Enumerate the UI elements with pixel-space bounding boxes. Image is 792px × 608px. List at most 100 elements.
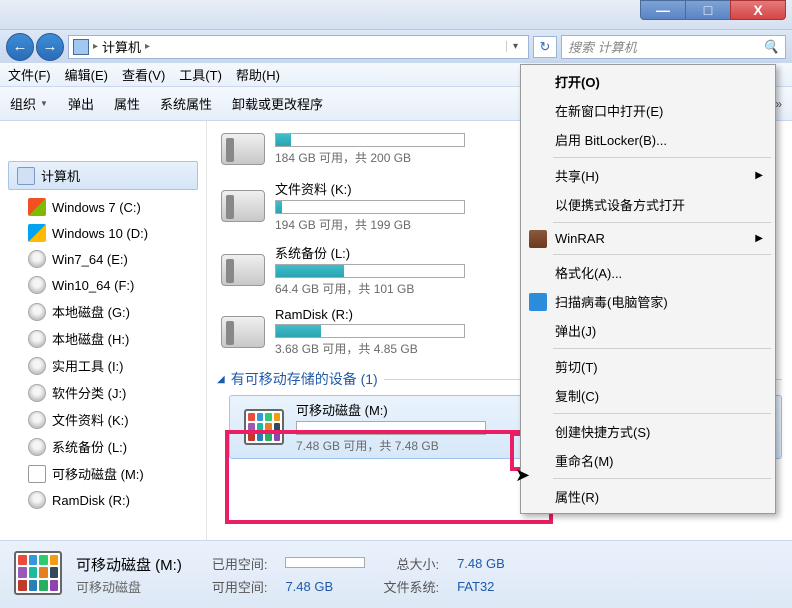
computer-icon xyxy=(73,39,89,55)
status-free-value: 7.48 GB xyxy=(285,579,365,594)
sidebar-item-label: 本地磁盘 (G:) xyxy=(52,302,130,321)
ctx-open-new-window[interactable]: 在新窗口中打开(E) xyxy=(523,96,773,125)
hdd-icon xyxy=(221,254,265,286)
usage-bar xyxy=(275,324,465,338)
search-input[interactable]: 搜索 计算机 🔍 xyxy=(561,35,786,59)
ctx-eject[interactable]: 弹出(J) xyxy=(523,316,773,345)
menu-edit[interactable]: 编辑(E) xyxy=(65,65,108,84)
sidebar-item-drive[interactable]: 实用工具 (I:) xyxy=(0,352,206,379)
status-total-label: 总大小: xyxy=(383,554,439,573)
removable-disk-icon xyxy=(28,465,46,483)
removable-disk-icon xyxy=(14,551,62,595)
refresh-button[interactable]: ↻ xyxy=(533,36,557,58)
menu-help[interactable]: 帮助(H) xyxy=(236,65,280,84)
hdd-icon xyxy=(221,190,265,222)
sidebar-item-drive[interactable]: 可移动磁盘 (M:) xyxy=(0,460,206,487)
shield-icon xyxy=(529,293,547,311)
title-bar: — □ X xyxy=(0,0,792,29)
breadcrumb-sep-icon: ▸ xyxy=(93,41,98,52)
disk-icon xyxy=(28,330,46,348)
sidebar-item-drive[interactable]: 本地磁盘 (H:) xyxy=(0,325,206,352)
address-dropdown[interactable]: ▾ xyxy=(506,41,524,52)
search-placeholder: 搜索 计算机 xyxy=(568,37,637,56)
menu-tools[interactable]: 工具(T) xyxy=(179,65,222,84)
status-bar: 可移动磁盘 (M:) 可移动磁盘 已用空间: 总大小: 7.48 GB 可用空间… xyxy=(0,540,792,608)
toolbar-eject[interactable]: 弹出 xyxy=(68,94,94,113)
disk-icon xyxy=(28,384,46,402)
context-menu: 打开(O) 在新窗口中打开(E) 启用 BitLocker(B)... 共享(H… xyxy=(520,64,776,514)
sidebar-item-drive[interactable]: Win10_64 (F:) xyxy=(0,272,206,298)
disk-icon xyxy=(28,303,46,321)
status-free-label: 可用空间: xyxy=(212,577,268,596)
removable-disk-icon xyxy=(244,409,284,445)
sidebar-item-drive[interactable]: Win7_64 (E:) xyxy=(0,246,206,272)
menu-view[interactable]: 查看(V) xyxy=(122,65,165,84)
usage-bar xyxy=(296,421,486,435)
back-button[interactable]: ← xyxy=(6,33,34,61)
sidebar-item-label: 本地磁盘 (H:) xyxy=(52,329,129,348)
search-icon: 🔍 xyxy=(763,39,779,55)
status-fs-label: 文件系统: xyxy=(383,577,439,596)
ctx-rename[interactable]: 重命名(M) xyxy=(523,446,773,475)
sidebar-item-label: 实用工具 (I:) xyxy=(52,356,124,375)
hdd-icon xyxy=(221,133,265,165)
sidebar-item-drive[interactable]: 文件资料 (K:) xyxy=(0,406,206,433)
sidebar-item-drive[interactable]: 本地磁盘 (G:) xyxy=(0,298,206,325)
breadcrumb[interactable]: 计算机 xyxy=(102,37,141,56)
navigation-bar: ← → ▸ 计算机 ▸ ▾ ↻ 搜索 计算机 🔍 xyxy=(0,29,792,63)
close-button[interactable]: X xyxy=(730,0,786,20)
sidebar-item-drive[interactable]: 系统备份 (L:) xyxy=(0,433,206,460)
sidebar-root-label: 计算机 xyxy=(41,166,80,185)
sidebar-item-drive[interactable]: 软件分类 (J:) xyxy=(0,379,206,406)
ctx-copy[interactable]: 复制(C) xyxy=(523,381,773,410)
windows-icon xyxy=(28,224,46,242)
status-total-value: 7.48 GB xyxy=(457,556,505,571)
sidebar-item-label: Windows 7 (C:) xyxy=(52,200,141,215)
sidebar-item-label: Win10_64 (F:) xyxy=(52,278,134,293)
disk-icon xyxy=(28,276,46,294)
ctx-properties[interactable]: 属性(R) xyxy=(523,482,773,511)
ctx-bitlocker[interactable]: 启用 BitLocker(B)... xyxy=(523,125,773,154)
sidebar-item-label: 软件分类 (J:) xyxy=(52,383,126,402)
ctx-share[interactable]: 共享(H)▶ xyxy=(523,161,773,190)
status-used-bar xyxy=(285,557,365,568)
computer-icon xyxy=(17,167,35,185)
address-bar[interactable]: ▸ 计算机 ▸ ▾ xyxy=(68,35,529,59)
toolbar-properties[interactable]: 属性 xyxy=(114,94,140,113)
sidebar-item-drive[interactable]: RamDisk (R:) xyxy=(0,487,206,513)
disk-icon xyxy=(28,357,46,375)
sidebar-item-label: 文件资料 (K:) xyxy=(52,410,129,429)
sidebar-item-label: Windows 10 (D:) xyxy=(52,226,148,241)
status-drive-type: 可移动磁盘 xyxy=(76,577,182,596)
ctx-portable[interactable]: 以便携式设备方式打开 xyxy=(523,190,773,219)
disk-icon xyxy=(28,491,46,509)
ctx-winrar[interactable]: WinRAR▶ xyxy=(523,226,773,251)
sidebar-item-label: Win7_64 (E:) xyxy=(52,252,128,267)
forward-button[interactable]: → xyxy=(36,33,64,61)
hdd-icon xyxy=(221,316,265,348)
ctx-create-shortcut[interactable]: 创建快捷方式(S) xyxy=(523,417,773,446)
sidebar-item-drive[interactable]: Windows 10 (D:) xyxy=(0,220,206,246)
toolbar-sys-properties[interactable]: 系统属性 xyxy=(160,94,212,113)
toolbar-uninstall[interactable]: 卸载或更改程序 xyxy=(232,94,323,113)
ctx-format[interactable]: 格式化(A)... xyxy=(523,258,773,287)
status-used-label: 已用空间: xyxy=(212,554,268,573)
maximize-button[interactable]: □ xyxy=(685,0,731,20)
usage-bar xyxy=(275,264,465,278)
minimize-button[interactable]: — xyxy=(640,0,686,20)
toolbar-more[interactable]: » xyxy=(775,97,782,111)
windows-icon xyxy=(28,198,46,216)
ctx-cut[interactable]: 剪切(T) xyxy=(523,352,773,381)
collapse-icon: ◢ xyxy=(217,374,225,385)
sidebar-item-drive[interactable]: Windows 7 (C:) xyxy=(0,194,206,220)
status-drive-name: 可移动磁盘 (M:) xyxy=(76,554,182,575)
usage-bar xyxy=(275,200,465,214)
toolbar-organize[interactable]: 组织▼ xyxy=(10,94,48,113)
winrar-icon xyxy=(529,230,547,248)
status-fs-value: FAT32 xyxy=(457,579,505,594)
sidebar-root-computer[interactable]: 计算机 xyxy=(8,161,198,190)
menu-file[interactable]: 文件(F) xyxy=(8,65,51,84)
ctx-scan-virus[interactable]: 扫描病毒(电脑管家) xyxy=(523,287,773,316)
ctx-open[interactable]: 打开(O) xyxy=(523,67,773,96)
breadcrumb-sep-icon: ▸ xyxy=(145,41,150,52)
